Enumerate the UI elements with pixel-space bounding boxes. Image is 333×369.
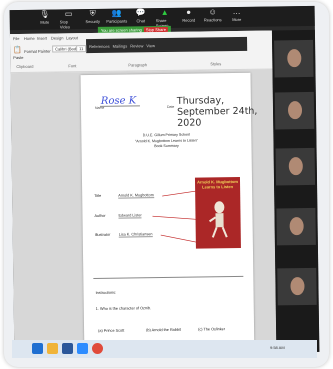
stop-video-button[interactable]: ▭ Stop Video [60,9,78,29]
paste-icon[interactable]: 📋 [13,46,22,54]
chat-icon: 💬 [135,8,146,18]
shield-icon: ⛨ [89,8,96,19]
participant-video [288,157,303,176]
document-page[interactable]: Name Rose K Date Thursday, September 24t… [80,72,258,348]
security-button[interactable]: ⛨ Security [84,9,102,24]
word-window: File Home Insert Design Layout Reference… [9,30,277,357]
paste-button[interactable]: Paste [13,55,23,60]
tab-design[interactable]: Design [51,35,64,40]
participants-button[interactable]: 👥 Participants [106,8,127,24]
record-button[interactable]: ● Record [180,8,198,23]
option-b: (b) Arnold the Rabbit [146,327,181,333]
participant-tile[interactable] [274,39,314,78]
word-icon[interactable] [62,343,73,354]
rabbit-illustration [209,201,228,238]
tab-view[interactable]: View [146,43,155,48]
people-icon: 👥 [111,8,122,18]
tab-insert[interactable]: Insert [37,36,47,41]
participant-video [290,277,305,296]
instructions-heading: Instructions: [95,290,117,295]
taskbar: 9:58 AM [12,340,317,358]
screen: 🎙 Mute ▭ Stop Video ⛨ Security 👥 Participant… [9,5,320,357]
photo-frame: 🎙 Mute ▭ Stop Video ⛨ Security 👥 Participant… [4,2,329,367]
video-camera-icon: ▭ [64,9,73,19]
font-size-select[interactable]: 11 [76,45,87,53]
share-screen-icon: ▲ [160,7,169,18]
participant-tile[interactable] [276,207,316,246]
start-icon[interactable] [32,343,43,354]
ribbon-dark-strip: References Mailings Review View [86,36,248,54]
option-a: (a) Prince Scott [98,328,125,333]
reactions-button[interactable]: ☺ Reactions [204,7,222,22]
question-1: 1. Who is the character of Oznib. [95,306,152,311]
book-cover-title: Arnold K. Mugbottom Learns to Listen [197,178,238,190]
participant-tile[interactable] [277,267,317,306]
participant-video [287,49,302,68]
format-painter-button[interactable]: Format Painter [24,49,51,54]
tab-references[interactable]: References [89,43,110,48]
tab-review[interactable]: Review [130,43,143,48]
participant-tile[interactable] [274,91,315,130]
system-clock[interactable]: 9:58 AM [270,345,285,350]
option-c: (c) The Oslinker [198,327,226,332]
more-icon: … [232,6,241,17]
participant-tile[interactable] [275,147,316,186]
file-explorer-icon[interactable] [47,343,58,354]
microphone-icon: 🎙 [39,9,50,19]
zoom-icon[interactable] [77,343,88,354]
participant-video [289,217,304,236]
tab-file[interactable]: File [13,36,20,41]
participant-video [287,101,303,120]
chat-button[interactable]: 💬 Chat [132,8,150,23]
ribbon: File Home Insert Design Layout Reference… [9,30,273,74]
more-button[interactable]: … More [228,7,246,22]
record-icon: ● [186,7,192,17]
book-cover-image: Arnold K. Mugbottom Learns to Listen [194,176,241,249]
participant-gallery [271,29,320,353]
tab-home[interactable]: Home [24,36,35,41]
chrome-icon[interactable] [92,343,103,354]
tab-layout[interactable]: Layout [66,35,78,40]
mute-button[interactable]: 🎙 Mute [36,10,54,25]
ribbon-group-labels: Clipboard Font Paragraph Styles [16,61,222,70]
tab-mailings[interactable]: Mailings [113,43,128,48]
smiley-icon: ☺ [208,7,217,17]
